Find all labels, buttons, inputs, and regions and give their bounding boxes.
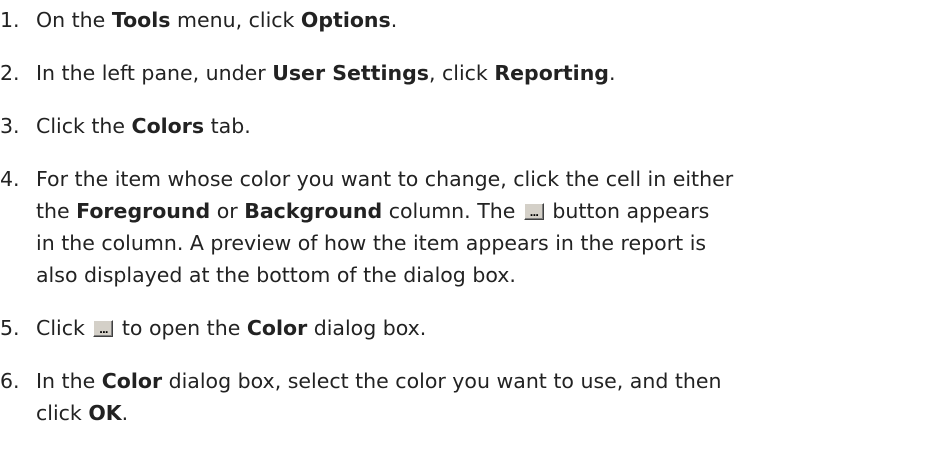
ellipsis-button-icon: ... <box>523 203 544 220</box>
column-name: Background <box>244 199 383 223</box>
step-number: 6. <box>0 369 20 393</box>
step-2: 2. In the left pane, under User Settings… <box>0 57 940 89</box>
ellipsis-button-icon: ... <box>93 320 114 337</box>
tab-name: Colors <box>131 114 205 138</box>
step-5: 5. Click ... to open the Color dialog bo… <box>0 312 940 344</box>
menu-name: Tools <box>111 8 171 32</box>
step-3: 3. Click the Colors tab. <box>0 110 940 142</box>
step-4: 4. For the item whose color you want to … <box>0 163 940 291</box>
step-number: 5. <box>0 316 20 340</box>
column-name: Foreground <box>76 199 211 223</box>
dialog-name: Color <box>246 316 308 340</box>
step-number: 1. <box>0 8 20 32</box>
step-number: 3. <box>0 114 20 138</box>
section-name: User Settings <box>272 61 429 85</box>
step-text: In the left pane, under User Settings, c… <box>36 61 616 85</box>
step-number: 4. <box>0 167 20 191</box>
step-text: On the Tools menu, click Options. <box>36 8 398 32</box>
step-text: Click ... to open the Color dialog box. <box>36 316 427 340</box>
step-text: Click the Colors tab. <box>36 114 251 138</box>
page-name: Reporting <box>494 61 609 85</box>
step-1: 1. On the Tools menu, click Options. <box>0 4 940 36</box>
command-name: Options <box>300 8 391 32</box>
step-text: For the item whose color you want to cha… <box>36 167 734 287</box>
step-text: In the Color dialog box, select the colo… <box>36 369 722 425</box>
step-6: 6. In the Color dialog box, select the c… <box>0 365 940 429</box>
dialog-name: Color <box>101 369 163 393</box>
button-name: OK <box>88 401 122 425</box>
instruction-steps: 1. On the Tools menu, click Options. 2. … <box>0 0 946 452</box>
step-number: 2. <box>0 61 20 85</box>
